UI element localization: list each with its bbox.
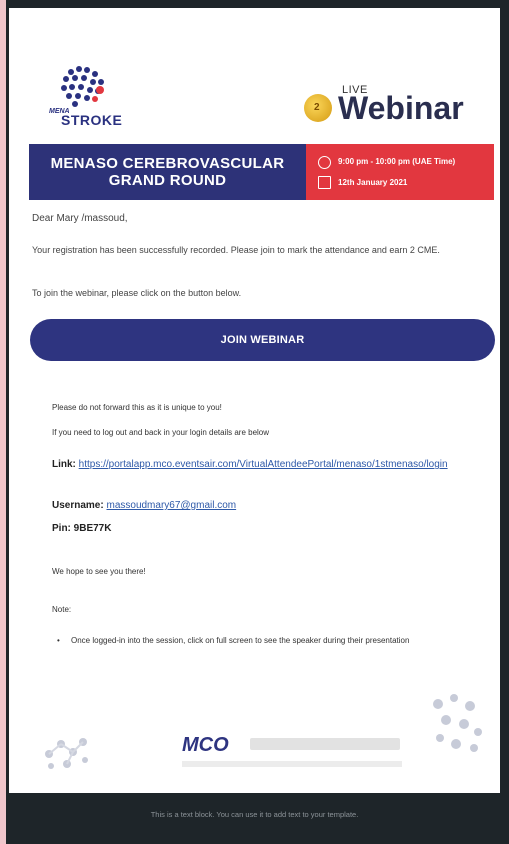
mco-footer-logo: MCO	[182, 726, 402, 772]
pin-row: Pin: 9BE77K	[52, 522, 111, 535]
live-webinar-logo: 2 LIVE Webinar	[302, 80, 482, 128]
event-time: 9:00 pm - 10:00 pm (UAE Time)	[338, 157, 456, 166]
event-banner: MENASO CEREBROVASCULAR GRAND ROUND 9:00 …	[29, 144, 494, 200]
link-label: Link:	[52, 459, 76, 470]
bullet-icon: •	[57, 636, 60, 645]
webinar-label: Webinar	[338, 90, 464, 126]
email-card: MENA STROKE 2 LIVE Webinar MENASO CEREBR…	[9, 8, 500, 793]
organizer-name-graphic	[250, 738, 400, 750]
note-item-text: Once logged-in into the session, click o…	[71, 636, 410, 645]
event-title-line2: GRAND ROUND	[108, 172, 227, 189]
event-title-block: MENASO CEREBROVASCULAR GRAND ROUND	[29, 144, 306, 200]
pin-label: Pin:	[52, 523, 71, 534]
email-header: MENA STROKE 2 LIVE Webinar	[9, 8, 500, 136]
username-label: Username:	[52, 500, 104, 511]
greeting: Dear Mary /massoud,	[32, 213, 128, 224]
molecule-decoration-icon	[45, 738, 88, 769]
clock-icon	[318, 156, 331, 169]
login-note: If you need to log out and back in your …	[52, 428, 270, 437]
brand-main-label: STROKE	[61, 112, 123, 128]
left-accent-strip	[0, 0, 6, 844]
footer-text-block: This is a text block. You can use it to …	[9, 793, 500, 836]
event-datetime-block: 9:00 pm - 10:00 pm (UAE Time) 12th Janua…	[306, 144, 494, 200]
badge-number: 2	[314, 102, 320, 113]
username-row: Username: massoudmary67@gmail.com	[52, 499, 236, 512]
registration-message: Your registration has been successfully …	[32, 245, 440, 255]
note-label: Note:	[52, 605, 72, 614]
contact-line-graphic	[182, 761, 402, 767]
username-email-link[interactable]: massoudmary67@gmail.com	[106, 500, 236, 511]
link-row: Link: https://portalapp.mco.eventsair.co…	[52, 458, 472, 471]
join-instructions: To join the webinar, please click on the…	[32, 288, 242, 298]
join-webinar-button[interactable]: JOIN WEBINAR	[30, 319, 495, 361]
event-date: 12th January 2021	[338, 178, 408, 187]
portal-link[interactable]: https://portalapp.mco.eventsair.com/Virt…	[79, 459, 448, 470]
closing-message: We hope to see you there!	[52, 567, 146, 576]
footer-text: This is a text block. You can use it to …	[150, 810, 359, 819]
mco-logo-text: MCO	[182, 734, 229, 756]
calendar-icon	[318, 176, 331, 189]
note-list-item: • Once logged-in into the session, click…	[57, 635, 491, 647]
forward-note: Please do not forward this as it is uniq…	[52, 403, 222, 412]
event-title-line1: MENASO CEREBROVASCULAR	[50, 155, 285, 172]
molecule-decoration-right-icon	[433, 694, 482, 752]
pin-value: 9BE77K	[73, 523, 112, 534]
